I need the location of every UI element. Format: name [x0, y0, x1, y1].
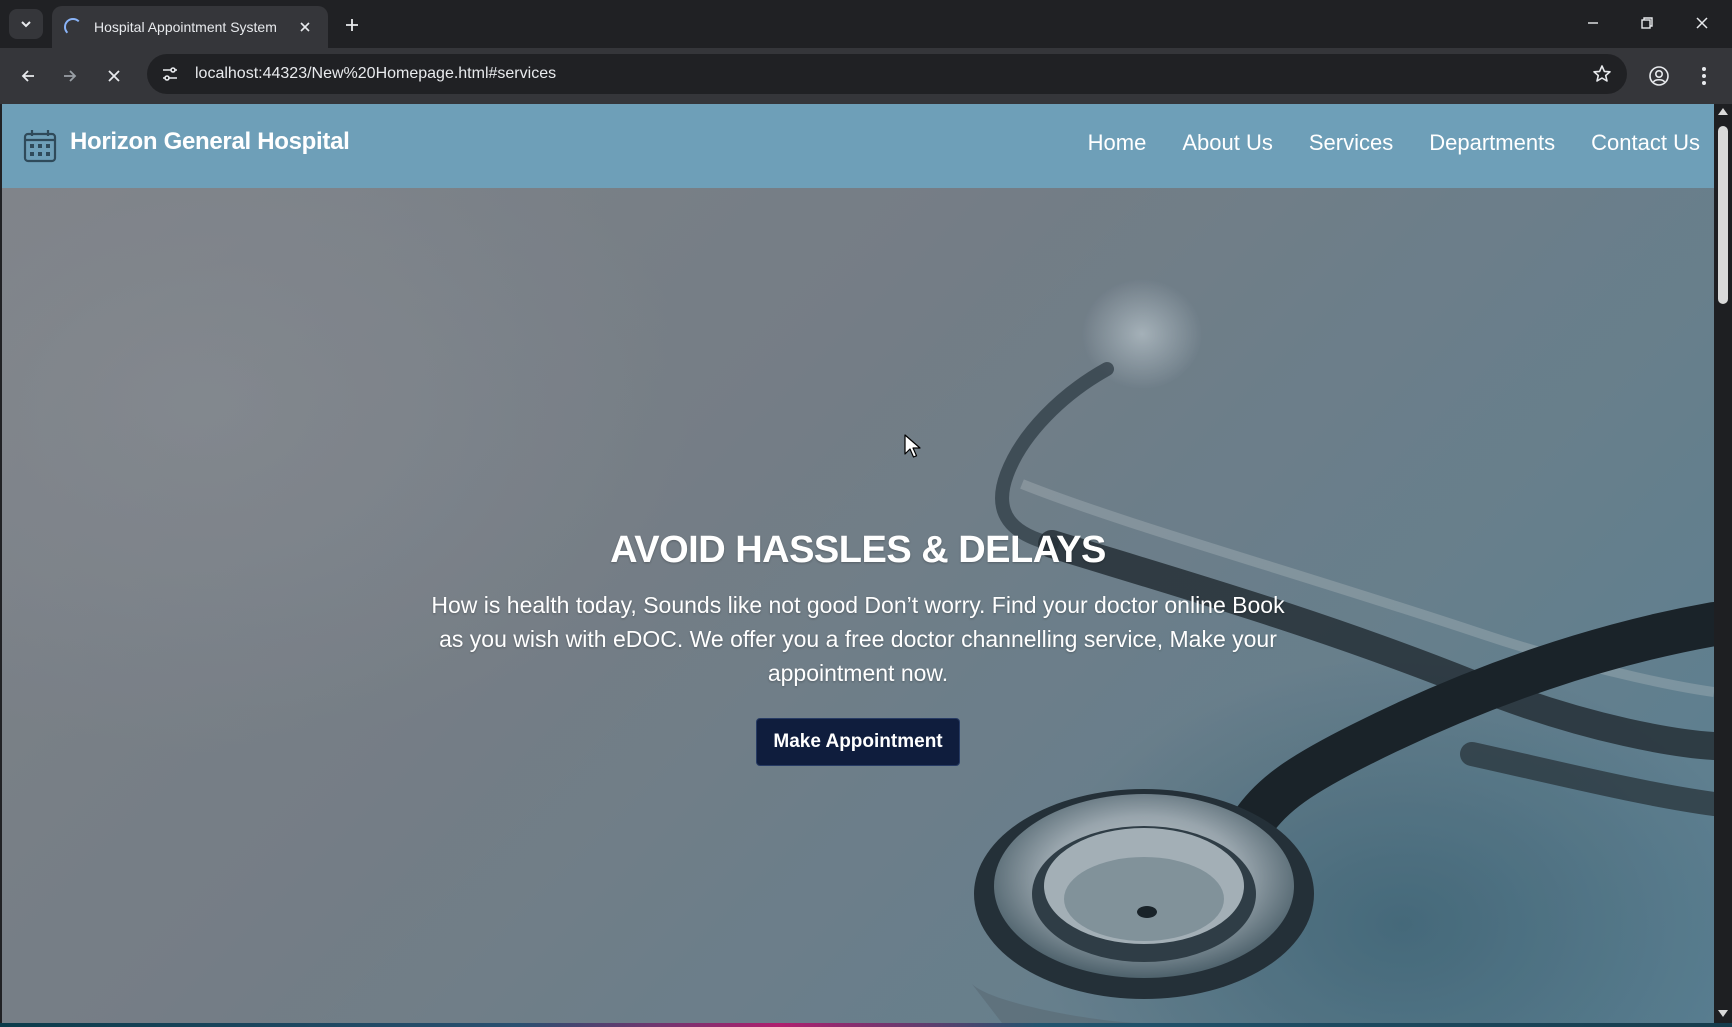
main-nav: Home About Us Services Departments Conta…: [1088, 130, 1700, 156]
tune-icon: [163, 67, 177, 81]
scroll-up-arrow-icon[interactable]: [1718, 108, 1728, 115]
close-window-button[interactable]: [1679, 4, 1725, 42]
account-icon: [1649, 66, 1669, 86]
plus-icon: [346, 19, 358, 31]
nav-home-link[interactable]: Home: [1088, 130, 1147, 156]
restore-button[interactable]: [1624, 4, 1670, 42]
forward-button[interactable]: [54, 60, 86, 92]
tab-title: Hospital Appointment System: [94, 19, 277, 35]
taskbar-edge: [0, 1023, 1732, 1027]
stop-loading-button[interactable]: [98, 60, 130, 92]
back-button[interactable]: [12, 60, 44, 92]
site-header: Horizon General Hospital Home About Us S…: [2, 104, 1714, 188]
tab-close-button[interactable]: [294, 16, 316, 38]
close-icon: [300, 22, 310, 32]
tab-search-button[interactable]: [9, 9, 43, 39]
chevron-down-icon: [21, 21, 31, 28]
scrollbar-thumb[interactable]: [1718, 126, 1728, 304]
spinner-icon: [64, 18, 82, 36]
restore-icon: [1641, 17, 1653, 29]
browser-tabstrip: Hospital Appointment System: [0, 0, 1732, 48]
browser-tab-active[interactable]: Hospital Appointment System: [52, 6, 328, 48]
address-bar[interactable]: localhost:44323/New%20Homepage.html#serv…: [147, 54, 1627, 94]
page-scrollbar[interactable]: [1714, 104, 1732, 1023]
arrow-left-icon: [21, 70, 34, 82]
nav-contact-us-link[interactable]: Contact Us: [1591, 130, 1700, 156]
close-icon: [108, 70, 120, 82]
browser-toolbar: localhost:44323/New%20Homepage.html#serv…: [0, 48, 1732, 104]
bookmark-button[interactable]: [1585, 57, 1619, 91]
make-appointment-button[interactable]: Make Appointment: [756, 718, 960, 766]
nav-about-us-link[interactable]: About Us: [1182, 130, 1273, 156]
page-viewport: Horizon General Hospital Home About Us S…: [2, 104, 1714, 1023]
hero-title: AVOID HASSLES & DELAYS: [610, 529, 1106, 571]
browser-menu-button[interactable]: [1688, 60, 1720, 92]
scroll-down-arrow-icon[interactable]: [1718, 1010, 1728, 1017]
minimize-button[interactable]: [1570, 4, 1616, 42]
nav-departments-link[interactable]: Departments: [1429, 130, 1555, 156]
new-tab-button[interactable]: [338, 11, 366, 39]
more-vertical-icon: [1702, 67, 1706, 85]
minimize-icon: [1588, 22, 1598, 24]
nav-services-link[interactable]: Services: [1309, 130, 1393, 156]
hero-description: How is health today, Sounds like not goo…: [431, 592, 1285, 686]
site-title[interactable]: Horizon General Hospital: [70, 128, 350, 156]
star-icon: [1593, 65, 1611, 82]
url-text[interactable]: localhost:44323/New%20Homepage.html#serv…: [195, 65, 1585, 83]
close-icon: [1696, 17, 1708, 29]
profile-button[interactable]: [1643, 60, 1675, 92]
site-info-button[interactable]: [153, 57, 187, 91]
arrow-right-icon: [64, 70, 77, 82]
mouse-cursor-icon: [904, 434, 921, 458]
hospital-building-icon[interactable]: [22, 128, 58, 164]
hero-section: AVOID HASSLES & DELAYS How is health tod…: [2, 529, 1714, 766]
